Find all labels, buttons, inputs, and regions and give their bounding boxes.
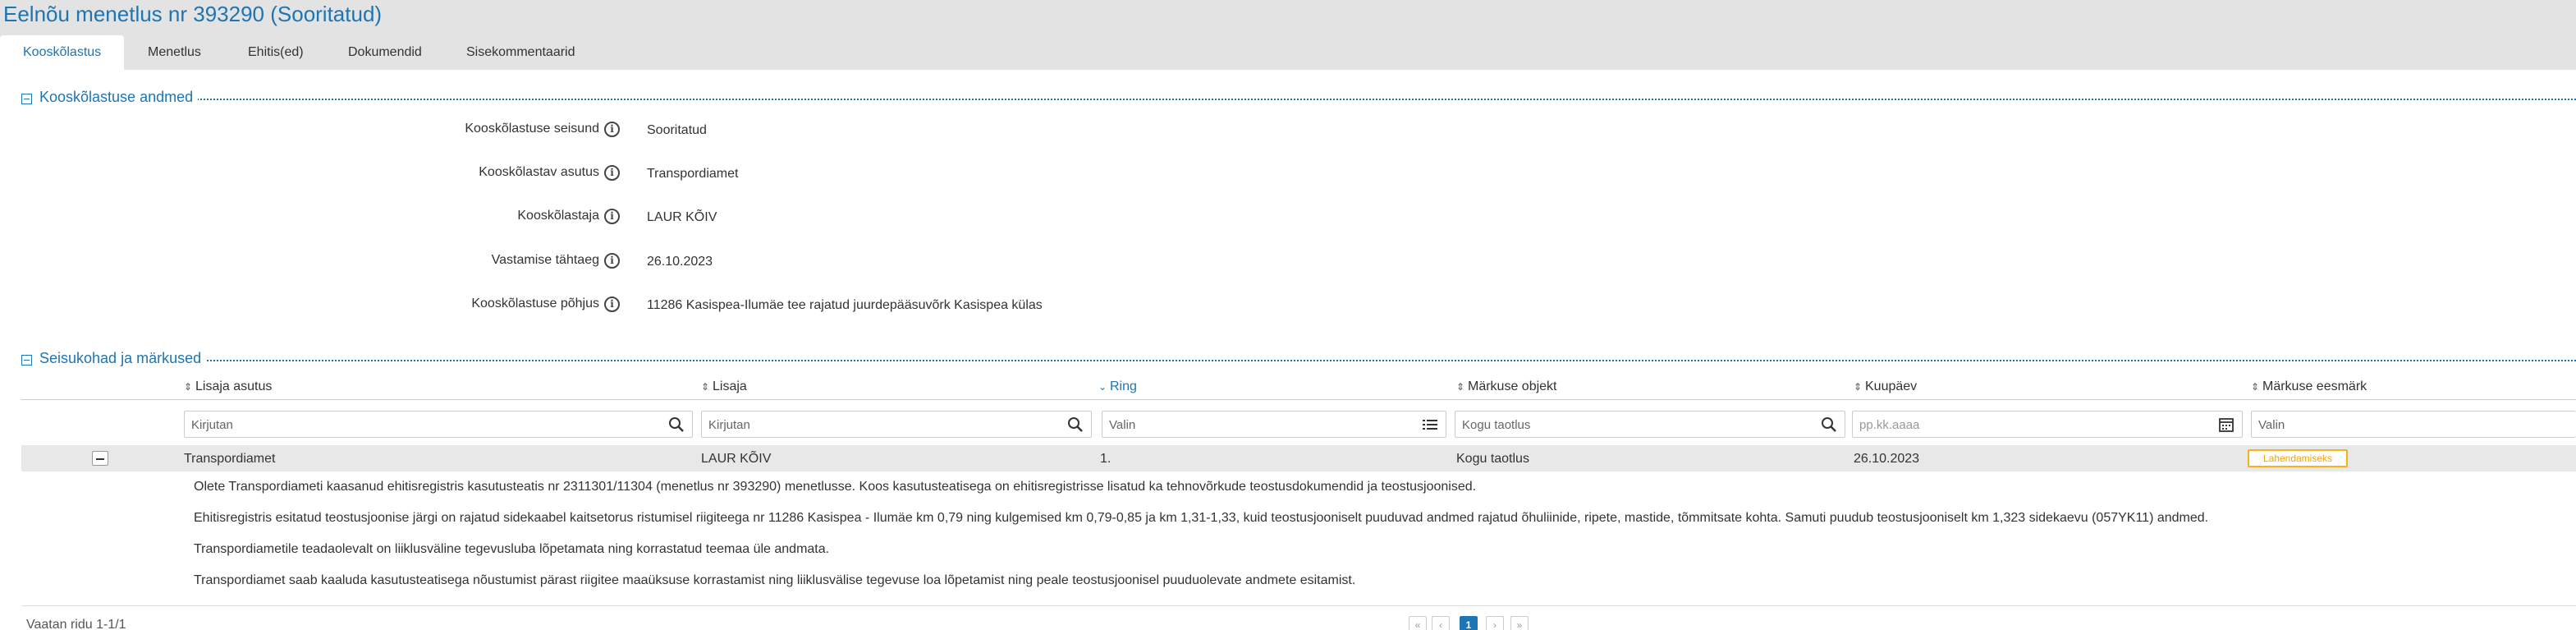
field-value: Transpordiamet xyxy=(647,167,739,181)
filter-placeholder: pp.kk.aaaa xyxy=(1859,418,1920,432)
column-header-lisaja[interactable]: ⇕ Lisaja xyxy=(701,379,747,394)
field-label: Kooskõlastav asutus xyxy=(479,165,599,179)
status-badge: Lahendamiseks xyxy=(2248,449,2348,467)
filter-placeholder: Kirjutan xyxy=(191,418,233,432)
tab-dokumendid[interactable]: Dokumendid xyxy=(325,35,445,70)
column-label: Ring xyxy=(1110,379,1137,393)
section-divider xyxy=(39,99,2576,100)
page-number-button[interactable]: 1 xyxy=(1460,616,1478,630)
info-icon[interactable]: i xyxy=(604,209,620,224)
column-header-kuupaev[interactable]: ⇕ Kuupäev xyxy=(1854,379,1917,394)
search-icon[interactable] xyxy=(667,416,685,434)
filter-value: Kogu taotlus xyxy=(1462,418,1531,432)
filter-markuse-eesmark-select[interactable]: Valin xyxy=(2251,411,2576,438)
last-page-button[interactable]: » xyxy=(1510,616,1529,630)
sort-icon: ⇕ xyxy=(1854,381,1863,393)
sort-icon: ⇕ xyxy=(184,381,193,393)
column-header-ring[interactable]: ⌄ Ring xyxy=(1098,379,1137,394)
list-icon[interactable] xyxy=(1421,416,1439,434)
prev-page-button[interactable]: ‹ xyxy=(1432,616,1450,630)
info-icon[interactable]: i xyxy=(604,297,620,312)
cell-lisaja-asutus: Transpordiamet xyxy=(184,452,276,466)
sort-icon: ⇕ xyxy=(701,381,710,393)
collapse-row-button[interactable] xyxy=(92,451,108,466)
collapse-section-toggle[interactable] xyxy=(21,355,32,366)
cell-lisaja: LAUR KÕIV xyxy=(701,452,772,466)
details-section-title: Kooskõlastuse andmed xyxy=(39,89,199,106)
search-icon[interactable] xyxy=(1820,416,1838,434)
filter-placeholder: Kirjutan xyxy=(708,418,750,432)
info-icon[interactable]: i xyxy=(604,253,620,269)
cell-markuse-objekt: Kogu taotlus xyxy=(1456,452,1529,466)
comment-text: Ehitisregistris esitatud teostusjoonise … xyxy=(194,511,2209,525)
field-value: LAUR KÕIV xyxy=(647,210,717,224)
collapse-section-toggle[interactable] xyxy=(21,94,32,104)
column-label: Kuupäev xyxy=(1865,379,1918,393)
tab-ehitised[interactable]: Ehitis(ed) xyxy=(225,35,327,70)
title-bar: Eelnõu menetlus nr 393290 (Sooritatud) xyxy=(0,0,2576,35)
footer-divider xyxy=(21,605,2576,606)
tab-menetlus[interactable]: Menetlus xyxy=(125,35,224,70)
info-icon[interactable]: i xyxy=(604,165,620,181)
filter-lisaja-input[interactable]: Kirjutan xyxy=(701,411,1092,438)
remarks-section-header: Seisukohad ja märkused xyxy=(21,350,2576,370)
column-label: Lisaja asutus xyxy=(195,379,273,393)
comment-text: Olete Transpordiameti kaasanud ehitisreg… xyxy=(194,480,1477,494)
next-page-button[interactable]: › xyxy=(1486,616,1504,630)
field-label: Kooskõlastaja xyxy=(517,209,599,223)
comment-text: Transpordiametile teadaolevalt on liiklu… xyxy=(194,542,830,556)
field-value: 26.10.2023 xyxy=(647,255,713,269)
filter-placeholder: Valin xyxy=(1109,418,1136,432)
column-label: Märkuse objekt xyxy=(1468,379,1557,393)
page-title: Eelnõu menetlus nr 393290 (Sooritatud) xyxy=(3,2,383,26)
filter-markuse-objekt-input[interactable]: Kogu taotlus xyxy=(1455,411,1845,438)
field-label: Kooskõlastuse põhjus xyxy=(471,297,599,310)
table-row[interactable]: Transpordiamet LAUR KÕIV 1. Kogu taotlus… xyxy=(21,445,2576,471)
sort-icon: ⇕ xyxy=(1456,381,1465,393)
filter-kuupaev-input[interactable]: pp.kk.aaaa xyxy=(1852,411,2243,438)
column-header-markuse-eesmark[interactable]: ⇕ Märkuse eesmärk xyxy=(2251,379,2367,394)
column-header-lisaja-asutus[interactable]: ⇕ Lisaja asutus xyxy=(184,379,272,394)
sort-icon: ⇕ xyxy=(2251,381,2260,393)
section-divider xyxy=(39,360,2576,361)
search-icon[interactable] xyxy=(1066,416,1084,434)
field-value: 11286 Kasispea-Ilumäe tee rajatud juurde… xyxy=(647,298,1043,312)
field-label: Kooskõlastuse seisund xyxy=(465,122,599,136)
header-divider xyxy=(21,399,2576,400)
calendar-icon[interactable] xyxy=(2217,416,2235,434)
details-section-header: Kooskõlastuse andmed xyxy=(21,89,2576,108)
tab-sisekommentaarid[interactable]: Sisekommentaarid xyxy=(443,35,598,70)
tab-kooskolastus[interactable]: Kooskõlastus xyxy=(0,35,125,70)
first-page-button[interactable]: « xyxy=(1409,616,1427,630)
comment-text: Transpordiamet saab kaaluda kasutusteati… xyxy=(194,573,1356,587)
filter-placeholder: Valin xyxy=(2258,418,2285,432)
cell-kuupaev: 26.10.2023 xyxy=(1854,452,1920,466)
tab-bar: Kooskõlastus Menetlus Ehitis(ed) Dokumen… xyxy=(0,35,2576,70)
row-count-text: Vaatan ridu 1-1/1 xyxy=(26,618,126,630)
info-icon[interactable]: i xyxy=(604,122,620,137)
filter-lisaja-asutus-input[interactable]: Kirjutan xyxy=(184,411,693,438)
column-label: Lisaja xyxy=(713,379,747,393)
remarks-section-title: Seisukohad ja märkused xyxy=(39,350,207,367)
cell-ring: 1. xyxy=(1100,452,1112,466)
field-value: Sooritatud xyxy=(647,123,707,137)
column-header-markuse-objekt[interactable]: ⇕ Märkuse objekt xyxy=(1456,379,1557,394)
field-label: Vastamise tähtaeg xyxy=(491,253,599,267)
filter-ring-select[interactable]: Valin xyxy=(1102,411,1446,438)
column-label: Märkuse eesmärk xyxy=(2262,379,2367,393)
sort-desc-icon: ⌄ xyxy=(1098,381,1107,393)
